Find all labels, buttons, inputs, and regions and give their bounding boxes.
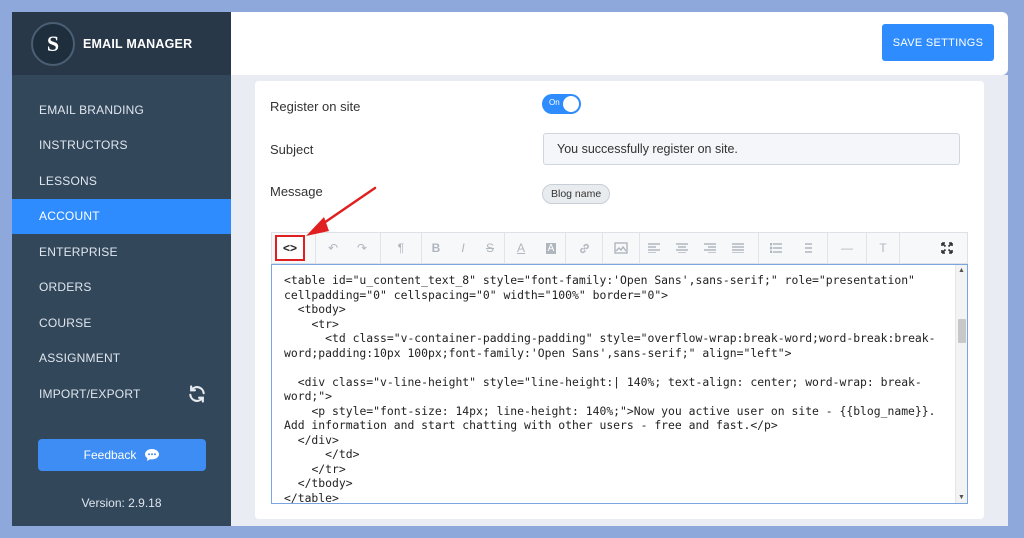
sidebar-item-course[interactable]: COURSE — [12, 305, 231, 341]
sidebar-item-email-branding[interactable]: EMAIL BRANDING — [12, 92, 231, 128]
editor-toolbar: <> ↶ ↷ ¶ B I S A A — T — [271, 232, 968, 264]
sidebar-nav: EMAIL BRANDING INSTRUCTORS LESSONS ACCOU… — [12, 92, 231, 412]
subject-input[interactable] — [543, 133, 960, 165]
settings-card: Register on site On Subject Message Blog… — [255, 81, 984, 519]
background-color-icon[interactable]: A — [537, 233, 565, 263]
sidebar-item-import-export[interactable]: IMPORT/EXPORT — [12, 376, 231, 412]
sidebar: S EMAIL MANAGER EMAIL BRANDING INSTRUCTO… — [12, 12, 231, 526]
app-logo: S — [31, 21, 75, 66]
sidebar-item-enterprise[interactable]: ENTERPRISE — [12, 234, 231, 270]
numbered-list-icon[interactable] — [793, 233, 821, 263]
scroll-thumb[interactable] — [958, 319, 966, 343]
link-glyph — [579, 243, 589, 253]
align-justify-glyph — [732, 243, 744, 253]
align-left-icon[interactable] — [640, 233, 668, 263]
fullscreen-icon[interactable] — [941, 233, 953, 263]
editor-scrollbar[interactable]: ▲ ▼ — [955, 265, 967, 503]
code-editor[interactable]: <table id="u_content_text_8" style="font… — [271, 264, 968, 504]
feedback-button[interactable]: Feedback — [38, 439, 206, 471]
paragraph-icon[interactable]: ¶ — [381, 233, 421, 263]
align-right-icon[interactable] — [696, 233, 724, 263]
clear-format-icon[interactable]: T — [867, 233, 899, 263]
background-color-label: A — [545, 242, 557, 254]
scroll-up-arrow-icon[interactable]: ▲ — [958, 267, 965, 274]
register-toggle[interactable]: On — [542, 94, 581, 114]
message-label: Message — [270, 184, 323, 199]
chat-bubble-icon — [145, 449, 160, 461]
code-view-button[interactable]: <> — [275, 235, 305, 261]
align-center-icon[interactable] — [668, 233, 696, 263]
align-right-glyph — [704, 243, 716, 253]
italic-icon[interactable]: I — [450, 233, 476, 263]
top-header: SAVE SETTINGS — [231, 12, 1008, 75]
horizontal-rule-icon[interactable]: — — [828, 233, 866, 263]
brand: S EMAIL MANAGER — [12, 12, 231, 75]
redo-icon[interactable]: ↷ — [350, 233, 374, 263]
bold-icon[interactable]: B — [422, 233, 450, 263]
sidebar-item-instructors[interactable]: INSTRUCTORS — [12, 128, 231, 164]
align-justify-icon[interactable] — [724, 233, 752, 263]
app-title: EMAIL MANAGER — [83, 36, 193, 51]
strikethrough-icon[interactable]: S — [476, 233, 504, 263]
bullet-list-glyph — [770, 243, 782, 253]
align-center-glyph — [676, 243, 688, 253]
font-color-icon[interactable]: A — [505, 233, 537, 263]
sidebar-item-account[interactable]: ACCOUNT — [12, 198, 231, 234]
numbered-list-glyph — [805, 243, 812, 253]
undo-icon[interactable]: ↶ — [316, 233, 350, 263]
toggle-knob — [563, 96, 579, 112]
bullet-list-icon[interactable] — [759, 233, 793, 263]
sidebar-item-label: IMPORT/EXPORT — [39, 386, 141, 401]
main-content: Register on site On Subject Message Blog… — [231, 75, 1008, 526]
feedback-label: Feedback — [83, 448, 137, 462]
image-glyph — [614, 242, 628, 254]
fullscreen-glyph — [941, 242, 953, 254]
toolbar-divider — [899, 233, 900, 263]
scroll-down-arrow-icon[interactable]: ▼ — [958, 494, 965, 501]
sync-icon[interactable] — [187, 384, 207, 404]
link-icon[interactable] — [566, 233, 602, 263]
image-icon[interactable] — [603, 233, 639, 263]
sidebar-item-lessons[interactable]: LESSONS — [12, 163, 231, 199]
sidebar-item-orders[interactable]: ORDERS — [12, 270, 231, 306]
version-text: Version: 2.9.18 — [81, 496, 162, 510]
logo-letter: S — [46, 30, 60, 56]
subject-label: Subject — [270, 142, 314, 157]
sidebar-item-assignment[interactable]: ASSIGNMENT — [12, 341, 231, 377]
toggle-state: On — [549, 98, 560, 107]
html-source-text[interactable]: <table id="u_content_text_8" style="font… — [284, 273, 945, 503]
register-label: Register on site — [270, 99, 361, 114]
save-settings-button[interactable]: SAVE SETTINGS — [882, 24, 994, 61]
blog-name-tag[interactable]: Blog name — [542, 184, 611, 204]
align-left-glyph — [648, 243, 660, 253]
